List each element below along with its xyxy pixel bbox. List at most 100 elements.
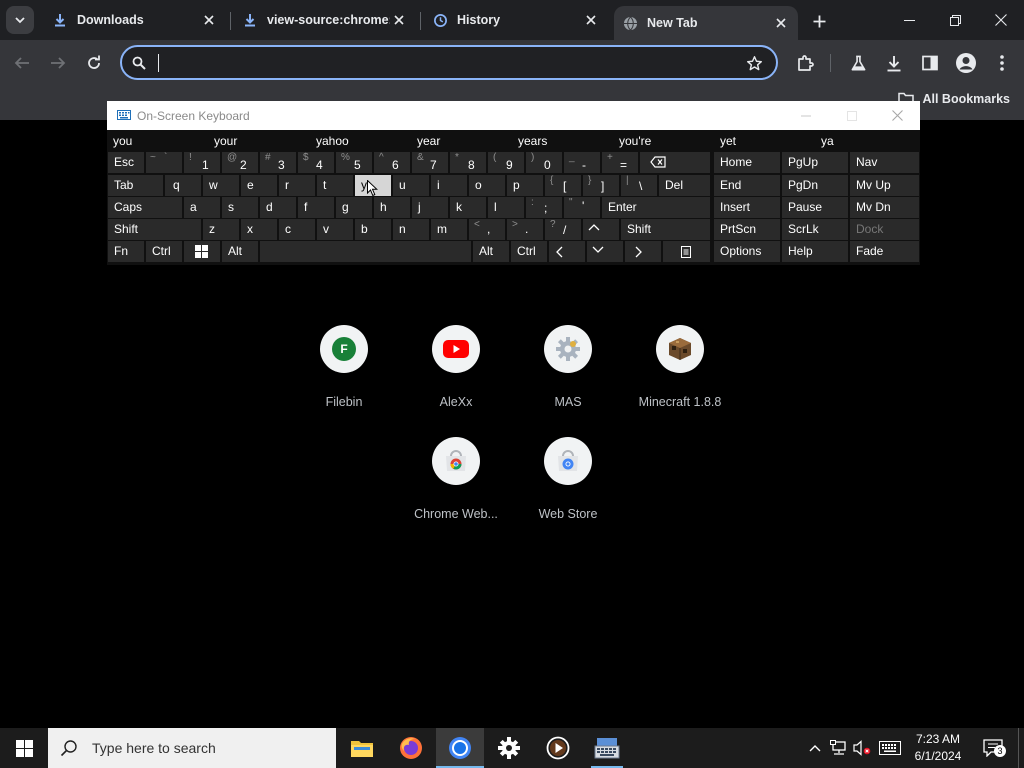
key-pgup[interactable]: PgUp bbox=[782, 152, 848, 173]
key-esc[interactable]: Esc bbox=[108, 152, 144, 173]
new-tab-button[interactable] bbox=[808, 10, 830, 32]
key-o[interactable]: o bbox=[469, 175, 505, 196]
key-3[interactable]: #3 bbox=[260, 152, 296, 173]
key-right-bracket[interactable]: }] bbox=[583, 175, 619, 196]
tab-history[interactable]: History bbox=[424, 0, 608, 40]
key-n[interactable]: n bbox=[393, 219, 429, 240]
key-alt-right[interactable]: Alt bbox=[473, 241, 509, 262]
key-comma[interactable]: <, bbox=[469, 219, 505, 240]
key-k[interactable]: k bbox=[450, 197, 486, 218]
start-button[interactable] bbox=[0, 728, 48, 768]
menu-button[interactable] bbox=[989, 50, 1015, 76]
tab-downloads[interactable]: Downloads bbox=[44, 0, 226, 40]
key-period[interactable]: >. bbox=[507, 219, 543, 240]
key-left-bracket[interactable]: {[ bbox=[545, 175, 581, 196]
key-space[interactable] bbox=[260, 241, 471, 262]
downloads-button[interactable] bbox=[881, 50, 907, 76]
shortcut-tile[interactable]: MAS bbox=[512, 325, 624, 409]
key-mv-dn[interactable]: Mv Dn bbox=[850, 197, 919, 218]
taskbar-file-explorer[interactable] bbox=[338, 728, 386, 768]
key-nav[interactable]: Nav bbox=[850, 152, 919, 173]
key-t[interactable]: t bbox=[317, 175, 353, 196]
key-r[interactable]: r bbox=[279, 175, 315, 196]
key-7[interactable]: & 7 bbox=[412, 152, 448, 173]
key-backspace[interactable] bbox=[640, 152, 710, 173]
key-h[interactable]: h bbox=[374, 197, 410, 218]
key-home[interactable]: Home bbox=[714, 152, 780, 173]
key-s[interactable]: s bbox=[222, 197, 258, 218]
address-bar[interactable] bbox=[120, 45, 778, 80]
key-menu[interactable] bbox=[663, 241, 710, 262]
close-icon[interactable] bbox=[772, 14, 790, 32]
key-w[interactable]: w bbox=[203, 175, 239, 196]
key-p[interactable]: p bbox=[507, 175, 543, 196]
word-suggestion[interactable]: you bbox=[107, 131, 207, 152]
close-icon[interactable] bbox=[200, 11, 218, 29]
word-suggestion[interactable]: ya bbox=[815, 131, 920, 152]
key-1[interactable]: ! 1 bbox=[184, 152, 220, 173]
key-q[interactable]: q bbox=[165, 175, 201, 196]
shortcut-tile[interactable]: Web Store bbox=[512, 437, 624, 521]
extensions-button[interactable] bbox=[792, 50, 818, 76]
taskbar-chrome[interactable] bbox=[436, 728, 484, 768]
key-arrow-up[interactable] bbox=[583, 219, 619, 240]
tray-touch-keyboard[interactable] bbox=[876, 728, 904, 768]
word-suggestion[interactable]: yahoo bbox=[310, 131, 410, 152]
key-insert[interactable]: Insert bbox=[714, 197, 780, 218]
key-v[interactable]: v bbox=[317, 219, 353, 240]
shortcut-tile[interactable]: AleXx bbox=[400, 325, 512, 409]
key-2[interactable]: @2 bbox=[222, 152, 258, 173]
side-panel-button[interactable] bbox=[917, 50, 943, 76]
osk-title-bar[interactable]: On-Screen Keyboard bbox=[107, 101, 920, 130]
key-8[interactable]: * 8 bbox=[450, 152, 486, 173]
minimize-button[interactable] bbox=[886, 0, 932, 40]
key-fade[interactable]: Fade bbox=[850, 241, 919, 262]
key-u[interactable]: u bbox=[393, 175, 429, 196]
shortcut-tile[interactable]: F Filebin bbox=[288, 325, 400, 409]
shortcut-tile[interactable]: Minecraft 1.8.8 bbox=[624, 325, 736, 409]
key-pgdn[interactable]: PgDn bbox=[782, 175, 848, 196]
osk-close-button[interactable] bbox=[874, 101, 920, 130]
key-end[interactable]: End bbox=[714, 175, 780, 196]
key-mv-up[interactable]: Mv Up bbox=[850, 175, 919, 196]
back-button[interactable] bbox=[9, 50, 35, 76]
key-quote[interactable]: " ' bbox=[564, 197, 600, 218]
key-c[interactable]: c bbox=[279, 219, 315, 240]
taskbar-on-screen-keyboard[interactable] bbox=[583, 728, 631, 768]
action-center-button[interactable]: 3 bbox=[978, 728, 1008, 768]
taskbar-clock[interactable]: 7:23 AM 6/1/2024 bbox=[905, 731, 971, 765]
key-d[interactable]: d bbox=[260, 197, 296, 218]
key-help[interactable]: Help bbox=[782, 241, 848, 262]
key-fn[interactable]: Fn bbox=[108, 241, 144, 262]
key-arrow-right[interactable] bbox=[625, 241, 661, 262]
key-i[interactable]: i bbox=[431, 175, 467, 196]
taskbar-search-box[interactable]: Type here to search bbox=[48, 728, 336, 768]
key-6[interactable]: ^ 6 bbox=[374, 152, 410, 173]
key-m[interactable]: m bbox=[431, 219, 467, 240]
key-arrow-down[interactable] bbox=[587, 241, 623, 262]
key-0[interactable]: ) 0 bbox=[526, 152, 562, 173]
key-shift-right[interactable]: Shift bbox=[621, 219, 710, 240]
key-a[interactable]: a bbox=[184, 197, 220, 218]
tab-new-tab[interactable]: New Tab bbox=[614, 6, 798, 40]
address-input[interactable] bbox=[156, 52, 716, 74]
key-tab[interactable]: Tab bbox=[108, 175, 163, 196]
osk-minimize-button[interactable] bbox=[783, 101, 829, 130]
word-suggestion[interactable]: years bbox=[512, 131, 612, 152]
word-suggestion[interactable]: yet bbox=[714, 131, 814, 152]
key-4[interactable]: $4 bbox=[298, 152, 334, 173]
tray-overflow-button[interactable] bbox=[804, 728, 826, 768]
forward-button[interactable] bbox=[45, 50, 71, 76]
key-ctrl-left[interactable]: Ctrl bbox=[146, 241, 182, 262]
key-equals[interactable]: + = bbox=[602, 152, 638, 173]
key-f[interactable]: f bbox=[298, 197, 334, 218]
taskbar-media-player[interactable] bbox=[534, 728, 582, 768]
star-icon[interactable] bbox=[746, 55, 763, 72]
key-ctrl-right[interactable]: Ctrl bbox=[511, 241, 547, 262]
word-suggestion[interactable]: you're bbox=[613, 131, 713, 152]
key-backslash[interactable]: | \ bbox=[621, 175, 657, 196]
shortcut-tile[interactable]: Chrome Web... bbox=[400, 437, 512, 521]
key-options[interactable]: Options bbox=[714, 241, 780, 262]
key-x[interactable]: x bbox=[241, 219, 277, 240]
reload-button[interactable] bbox=[81, 50, 107, 76]
